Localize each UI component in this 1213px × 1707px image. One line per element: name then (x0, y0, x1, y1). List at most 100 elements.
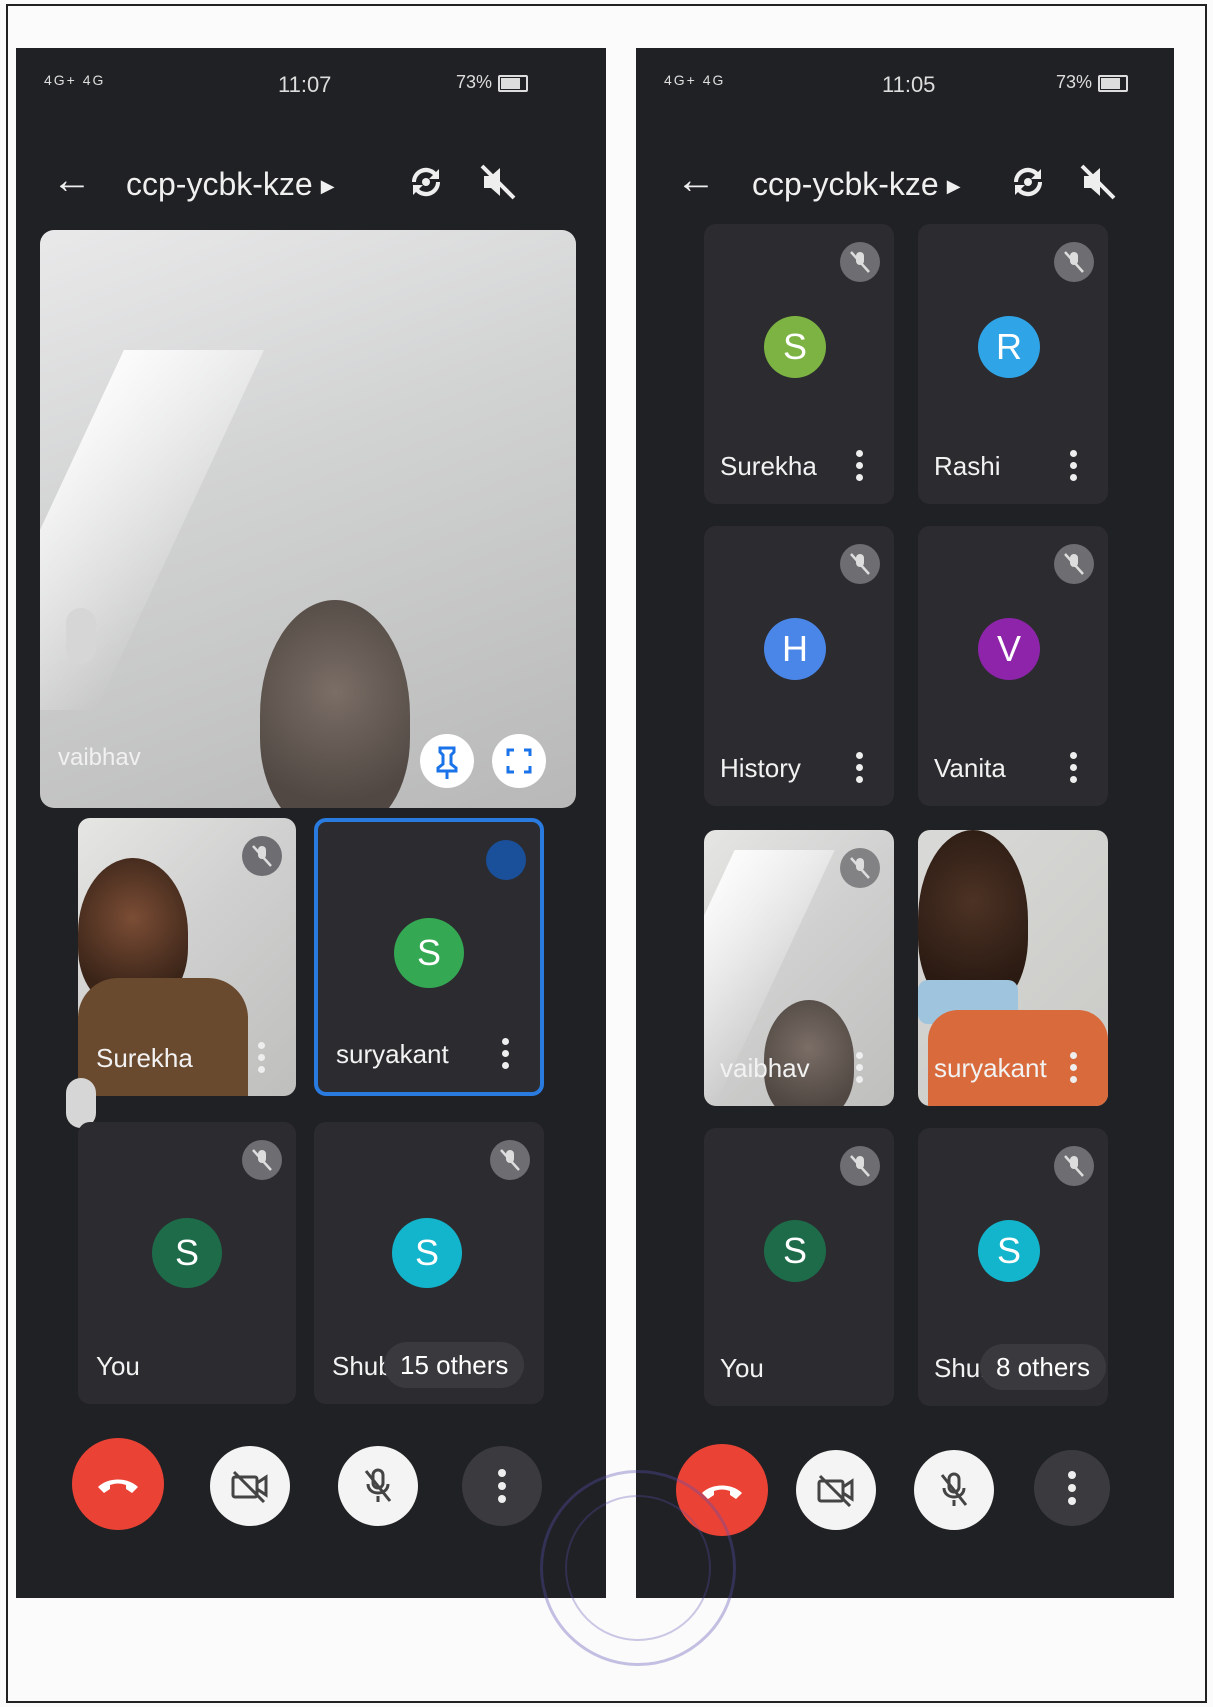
camera-toggle-button[interactable] (796, 1450, 876, 1530)
switch-camera-icon[interactable] (404, 160, 448, 204)
avatar-initial: V (996, 628, 1021, 669)
participant-tile-suryakant[interactable]: S suryakant (314, 818, 544, 1096)
clock: 11:07 (278, 72, 332, 97)
mic-off-icon (364, 1468, 392, 1502)
back-arrow-icon[interactable]: ← (676, 158, 716, 203)
status-bar: 4G+ 4G 11:05 73% (636, 66, 1174, 106)
avatar-initial: S (782, 326, 807, 367)
avatar: S (978, 1220, 1040, 1282)
mic-off-icon (242, 836, 282, 876)
speaking-indicator-icon (486, 840, 526, 880)
network-indicator: 4G+ 4G (44, 72, 106, 88)
more-vert-icon[interactable] (856, 450, 864, 484)
avatar-initial: R (996, 326, 1022, 367)
chevron-right-icon: ▶ (320, 176, 335, 197)
participant-name: suryakant (934, 1053, 1047, 1083)
participant-name: History (720, 753, 801, 783)
participant-tile-you[interactable]: S You (704, 1128, 894, 1406)
chevron-right-icon: ▶ (946, 176, 961, 197)
meeting-code[interactable]: ccp-ycbk-kze ▶ (126, 166, 335, 203)
speaker-off-icon[interactable] (476, 160, 520, 204)
battery-percent: 73% (456, 72, 493, 92)
camera-off-icon (231, 1470, 268, 1503)
mic-off-icon (840, 544, 880, 584)
mic-off-icon (840, 242, 880, 282)
avatar-initial: H (782, 628, 808, 669)
mic-off-icon (840, 1146, 880, 1186)
participant-tile-history[interactable]: H History (704, 526, 894, 806)
participant-name: You (96, 1351, 140, 1381)
mic-off-icon (1054, 544, 1094, 584)
mic-off-icon (840, 848, 880, 888)
avatar-initial: S (174, 1232, 199, 1273)
participant-tile-shubl[interactable]: S Shubl 8 others (918, 1128, 1108, 1406)
mic-off-icon (242, 1140, 282, 1180)
avatar-initial: S (416, 932, 441, 973)
mic-toggle-button[interactable] (338, 1446, 418, 1526)
more-options-button[interactable] (462, 1446, 542, 1526)
camera-toggle-button[interactable] (210, 1446, 290, 1526)
meeting-header: ← ccp-ycbk-kze ▶ (636, 148, 1174, 218)
more-vert-icon[interactable] (258, 1042, 266, 1076)
end-call-icon (98, 1479, 138, 1493)
scan-mark (66, 608, 96, 664)
avatar-initial: S (996, 1230, 1021, 1271)
phone-screenshot-left: 4G+ 4G 11:07 73% ← ccp-ycbk-kze ▶ vaibhav (16, 48, 606, 1598)
mic-toggle-button[interactable] (914, 1450, 994, 1530)
scan-mark (66, 1078, 96, 1128)
avatar: S (392, 1218, 462, 1288)
end-call-button[interactable] (72, 1438, 164, 1530)
meeting-code[interactable]: ccp-ycbk-kze ▶ (752, 166, 961, 203)
meeting-code-text: ccp-ycbk-kze (752, 166, 939, 202)
avatar: S (764, 316, 826, 378)
fullscreen-icon[interactable] (492, 734, 546, 788)
speaker-off-icon[interactable] (1076, 160, 1120, 204)
more-options-button[interactable] (1034, 1450, 1110, 1526)
avatar: S (394, 918, 464, 988)
meeting-code-text: ccp-ycbk-kze (126, 166, 313, 202)
status-bar: 4G+ 4G 11:07 73% (16, 66, 606, 106)
participant-tile-shub[interactable]: S Shub 15 others (314, 1122, 544, 1404)
battery-percent: 73% (1056, 72, 1093, 92)
phone-screenshot-right: 4G+ 4G 11:05 73% ← ccp-ycbk-kze ▶ S Surek… (636, 48, 1174, 1598)
avatar-initial: S (414, 1232, 439, 1273)
participant-name: Vanita (934, 753, 1006, 783)
back-arrow-icon[interactable]: ← (52, 158, 92, 203)
battery-icon (1098, 74, 1129, 92)
avatar: H (764, 618, 826, 680)
participant-tile-vanita[interactable]: V Vanita (918, 526, 1108, 806)
participant-name: vaibhav (720, 1053, 810, 1083)
others-count-badge[interactable]: 8 others (980, 1344, 1106, 1390)
meeting-header: ← ccp-ycbk-kze ▶ (16, 148, 606, 218)
more-vert-icon[interactable] (1070, 450, 1078, 484)
more-vert-icon[interactable] (856, 752, 864, 786)
main-video-name: vaibhav (58, 744, 141, 771)
participant-tile-rashi[interactable]: R Rashi (918, 224, 1108, 504)
more-vert-icon[interactable] (856, 1052, 864, 1086)
more-vert-icon[interactable] (1070, 752, 1078, 786)
battery-indicator: 73% (456, 72, 529, 93)
clock: 11:05 (882, 72, 936, 97)
mic-off-icon (1054, 242, 1094, 282)
participant-tile-suryakant[interactable]: suryakant (918, 830, 1108, 1106)
avatar: R (978, 316, 1040, 378)
pin-icon[interactable] (420, 734, 474, 788)
more-vert-icon[interactable] (1070, 1052, 1078, 1086)
more-vert-icon[interactable] (502, 1038, 510, 1072)
participant-tile-surekha[interactable]: Surekha (78, 818, 296, 1096)
participant-head (260, 600, 410, 808)
participant-name: You (720, 1353, 764, 1383)
participant-name: Rashi (934, 451, 1001, 481)
switch-camera-icon[interactable] (1006, 160, 1050, 204)
participant-tile-vaibhav[interactable]: vaibhav (704, 830, 894, 1106)
avatar-initial: S (782, 1230, 807, 1271)
more-vert-icon (1068, 1471, 1076, 1505)
more-vert-icon (498, 1469, 506, 1503)
others-count-badge[interactable]: 15 others (384, 1342, 525, 1388)
camera-off-icon (817, 1474, 854, 1507)
official-stamp (540, 1470, 736, 1666)
participant-tile-surekha[interactable]: S Surekha (704, 224, 894, 504)
participant-tile-you[interactable]: S You (78, 1122, 296, 1404)
main-video-tile[interactable]: vaibhav (40, 230, 576, 808)
participant-name: Surekha (720, 451, 817, 481)
